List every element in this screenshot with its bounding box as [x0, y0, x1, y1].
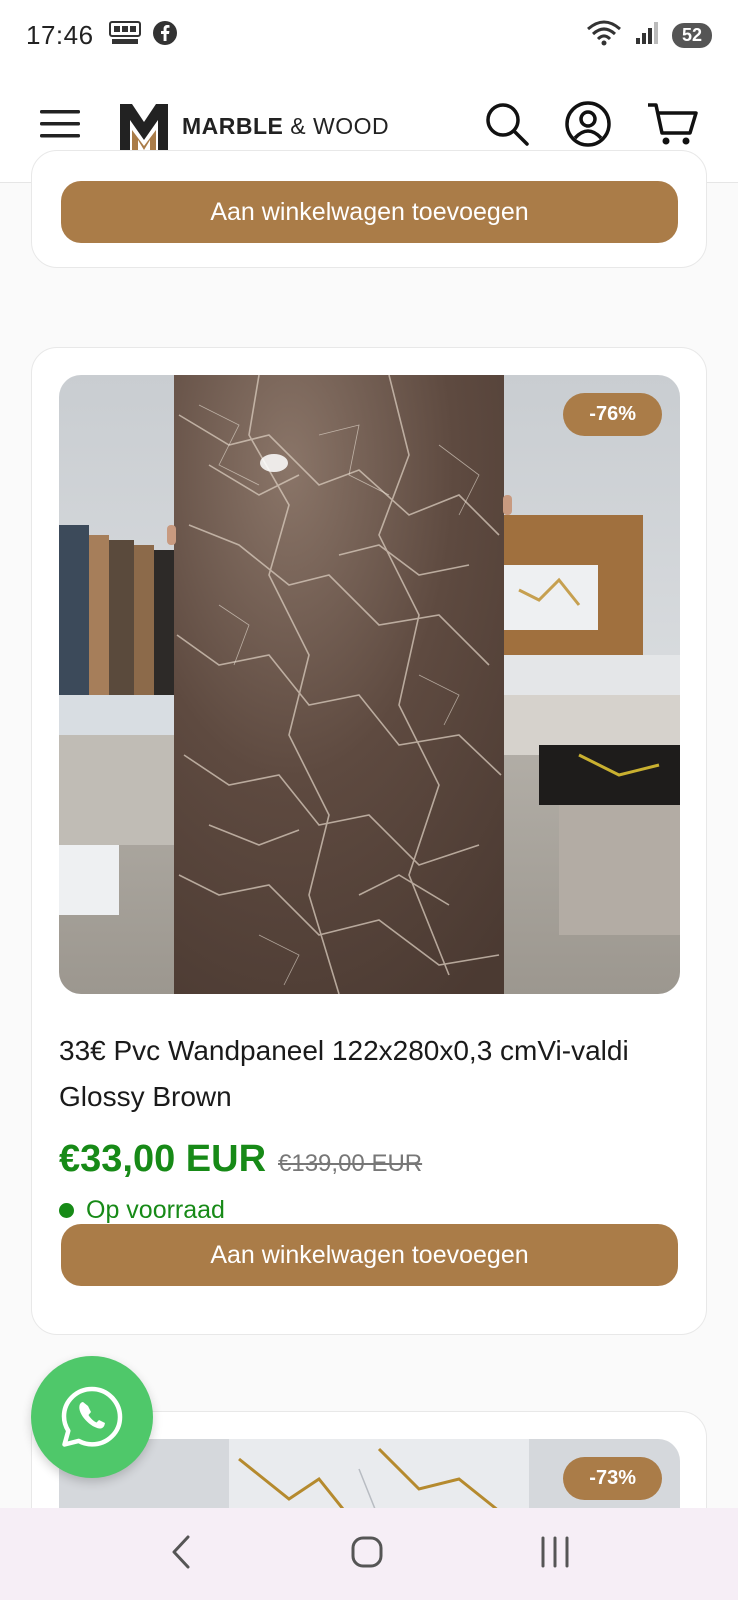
brand-logo[interactable]: MARBLE & WOOD — [118, 100, 389, 152]
status-time: 17:46 — [26, 19, 94, 50]
product-card[interactable]: -76% 33€ Pvc Wandpaneel 122x280x0,3 cmVi… — [31, 347, 707, 1335]
add-to-cart-button[interactable]: Aan winkelwagen toevoegen — [61, 1224, 678, 1286]
back-icon[interactable] — [166, 1534, 196, 1575]
brand-name-bold: MARBLE — [182, 112, 284, 139]
cart-icon[interactable] — [646, 101, 698, 152]
stock-label: Op voorraad — [86, 1196, 225, 1224]
brand-logo-icon — [120, 104, 168, 150]
product-card-previous: Aan winkelwagen toevoegen — [31, 150, 707, 268]
signal-icon — [634, 20, 660, 51]
stock-status: Op voorraad — [59, 1196, 225, 1225]
system-nav-bar — [0, 1508, 738, 1600]
original-price: €139,00 EUR — [278, 1150, 423, 1177]
product-title[interactable]: 33€ Pvc Wandpaneel 122x280x0,3 cmVi-vald… — [59, 1028, 659, 1120]
facebook-icon — [152, 20, 178, 51]
menu-icon[interactable] — [40, 109, 80, 144]
brand-name: MARBLE & WOOD — [182, 113, 389, 140]
recents-icon[interactable] — [538, 1536, 572, 1573]
whatsapp-button[interactable] — [31, 1356, 153, 1478]
wifi-icon — [586, 19, 622, 52]
sale-price: €33,00 EUR — [59, 1138, 267, 1180]
brand-name-rest: & WOOD — [290, 112, 390, 139]
price-row: €33,00 EUR €139,00 EUR — [59, 1138, 422, 1181]
home-icon[interactable] — [349, 1534, 385, 1575]
status-bar: 17:46 52 — [0, 0, 738, 70]
whatsapp-icon — [61, 1386, 123, 1447]
discount-badge: -73% — [563, 1457, 662, 1500]
search-icon[interactable] — [484, 101, 530, 152]
notification-blast-icon — [108, 20, 142, 51]
stock-dot-icon — [59, 1203, 74, 1218]
add-to-cart-button[interactable]: Aan winkelwagen toevoegen — [61, 181, 678, 243]
product-image[interactable]: -76% — [59, 375, 680, 994]
discount-badge: -76% — [563, 393, 662, 436]
battery-indicator: 52 — [671, 22, 712, 48]
account-icon[interactable] — [564, 100, 612, 153]
